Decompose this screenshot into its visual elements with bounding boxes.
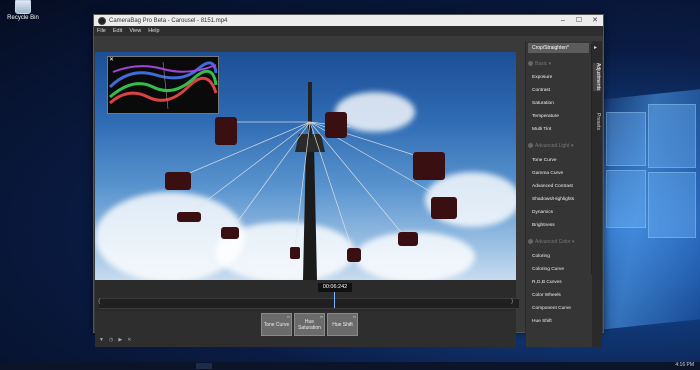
menu-help[interactable]: Help bbox=[148, 28, 159, 34]
adjustment-shadows-highlights[interactable]: Shadows/Highlights bbox=[532, 197, 574, 202]
windows-logo-pane bbox=[648, 104, 696, 168]
adjustment-coloring[interactable]: Coloring bbox=[532, 254, 550, 259]
minimize-button[interactable]: – bbox=[555, 15, 571, 26]
crop-straighten-button[interactable]: Crop/Straighten* bbox=[528, 43, 589, 53]
section-advanced-light[interactable]: Advanced Light ▾ bbox=[528, 143, 573, 149]
collapse-panel-icon[interactable]: ▸ bbox=[594, 44, 597, 51]
section-advanced-color[interactable]: Advanced Color ▾ bbox=[528, 239, 574, 245]
play-icon[interactable]: ▶ bbox=[118, 337, 122, 343]
scope-waveform bbox=[108, 61, 218, 110]
adjustment-tone-curve[interactable]: Tone Curve bbox=[532, 158, 557, 163]
window-title: CameraBag Pro Beta - Carousel - 8151.mp4 bbox=[109, 17, 228, 24]
chip-options-icon[interactable]: ▪▪ bbox=[353, 314, 356, 320]
windows-logo-pane bbox=[606, 170, 646, 228]
shuffle-icon[interactable]: ✕ bbox=[127, 337, 131, 343]
section-advanced-color-icon bbox=[528, 239, 533, 244]
menu-bar: File Edit View Help bbox=[94, 26, 603, 36]
recycle-bin[interactable]: Recycle Bin bbox=[3, 0, 43, 21]
filter-icon[interactable]: ▼ bbox=[99, 337, 104, 343]
timeline-start-marker[interactable]: ⟨ bbox=[98, 298, 101, 307]
video-preview[interactable]: ✕ bbox=[95, 52, 516, 280]
section-basic-icon bbox=[528, 61, 533, 66]
adjustment-coloring-curve[interactable]: Coloring Curve bbox=[532, 267, 564, 272]
menu-file[interactable]: File bbox=[97, 28, 106, 34]
adjustment-multi-tint[interactable]: Multi Tint bbox=[532, 127, 551, 132]
timeline-end-marker[interactable]: ⟩ bbox=[511, 298, 514, 307]
windows-logo-pane bbox=[606, 112, 646, 166]
section-advanced-light-icon bbox=[528, 143, 533, 148]
adjustment-dynamics[interactable]: Dynamics bbox=[532, 210, 553, 215]
effects-strip: Tone Curve ▪▪ Hue Saturation ▪▪ Hue Shif… bbox=[95, 311, 516, 347]
menu-edit[interactable]: Edit bbox=[113, 28, 122, 34]
app-window: CameraBag Pro Beta - Carousel - 8151.mp4… bbox=[93, 14, 604, 347]
app-icon bbox=[98, 16, 106, 25]
menu-view[interactable]: View bbox=[129, 28, 141, 34]
timeline: 00:06:242 ⟨ ⟩ bbox=[95, 280, 519, 311]
adjustment-component-curve[interactable]: Component Curve bbox=[532, 306, 571, 311]
close-button[interactable]: ✕ bbox=[587, 15, 603, 26]
adjustments-panel: Crop/Straighten* Basic ▾ Exposure Contra… bbox=[525, 41, 593, 347]
tab-adjustments[interactable]: Adjustments bbox=[593, 63, 601, 91]
effect-chip-hue-saturation[interactable]: Hue Saturation ▪▪ bbox=[294, 313, 325, 336]
taskbar-clock[interactable]: 4:16 PM bbox=[675, 362, 694, 368]
playhead[interactable] bbox=[334, 292, 336, 308]
adjustment-hue-shift[interactable]: Hue Shift bbox=[532, 319, 552, 324]
effect-chip-label: Hue Shift bbox=[332, 321, 353, 328]
effect-chip-label: Tone Curve bbox=[263, 321, 290, 328]
effect-chip-hue-shift[interactable]: Hue Shift ▪▪ bbox=[327, 313, 358, 336]
color-scope-overlay[interactable]: ✕ bbox=[107, 56, 219, 114]
title-bar[interactable]: CameraBag Pro Beta - Carousel - 8151.mp4… bbox=[94, 15, 603, 26]
taskbar-app[interactable] bbox=[196, 363, 212, 369]
adjustment-advanced-contrast[interactable]: Advanced Contrast bbox=[532, 184, 573, 189]
adjustment-contrast[interactable]: Contrast bbox=[532, 88, 550, 93]
effect-chip-tone-curve[interactable]: Tone Curve ▪▪ bbox=[261, 313, 292, 336]
section-advanced-light-label: Advanced Light bbox=[535, 143, 570, 149]
timecode-display: 00:06:242 bbox=[318, 283, 352, 292]
chip-options-icon[interactable]: ▪▪ bbox=[287, 314, 290, 320]
section-basic-label: Basic bbox=[535, 61, 548, 67]
taskbar: 4:16 PM bbox=[0, 362, 700, 370]
adjustment-gamma-curve[interactable]: Gamma Curve bbox=[532, 171, 563, 176]
tab-presets[interactable]: Presets bbox=[593, 113, 601, 130]
timeline-track[interactable] bbox=[99, 298, 519, 309]
adjustment-saturation[interactable]: Saturation bbox=[532, 101, 554, 106]
side-tabs: ▸ Adjustments Presets bbox=[592, 41, 602, 347]
adjustment-rgb-curves[interactable]: R,G,B Curves bbox=[532, 280, 562, 285]
window-controls: – ☐ ✕ bbox=[555, 15, 603, 26]
windows-logo-pane bbox=[648, 172, 696, 238]
adjustment-temperature[interactable]: Temperature bbox=[532, 114, 559, 119]
effect-chip-label: Hue Saturation bbox=[298, 318, 321, 331]
adjustment-color-wheels[interactable]: Color Wheels bbox=[532, 293, 561, 298]
clock-icon[interactable]: ◷ bbox=[109, 337, 113, 343]
transport-controls: ▼ ◷ ▶ ✕ bbox=[99, 337, 131, 343]
adjustment-brightness[interactable]: Brightness bbox=[532, 223, 555, 228]
maximize-button[interactable]: ☐ bbox=[571, 15, 587, 26]
recycle-bin-icon bbox=[15, 0, 31, 14]
adjustment-exposure[interactable]: Exposure bbox=[532, 75, 552, 80]
recycle-bin-label: Recycle Bin bbox=[7, 15, 39, 21]
scope-close-icon[interactable]: ✕ bbox=[109, 57, 114, 63]
chip-options-icon[interactable]: ▪▪ bbox=[320, 314, 323, 320]
section-advanced-color-label: Advanced Color bbox=[535, 239, 571, 245]
section-basic[interactable]: Basic ▾ bbox=[528, 61, 551, 67]
